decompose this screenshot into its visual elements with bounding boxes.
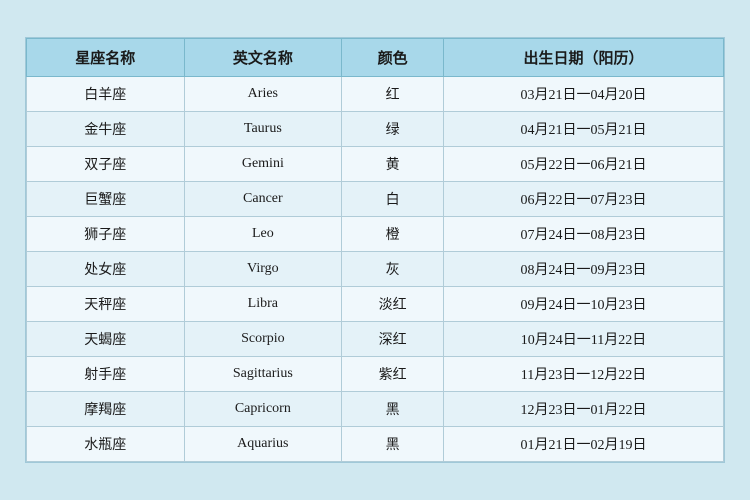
table-row: 双子座Gemini黄05月22日一06月21日 [27,147,724,182]
cell-color: 黑 [342,392,444,427]
cell-english-name: Aquarius [184,427,342,462]
cell-birth-dates: 01月21日一02月19日 [444,427,724,462]
cell-color: 绿 [342,112,444,147]
cell-birth-dates: 05月22日一06月21日 [444,147,724,182]
cell-chinese-name: 射手座 [27,357,185,392]
cell-english-name: Aries [184,77,342,112]
cell-color: 黑 [342,427,444,462]
table-row: 白羊座Aries红03月21日一04月20日 [27,77,724,112]
table-row: 狮子座Leo橙07月24日一08月23日 [27,217,724,252]
cell-color: 黄 [342,147,444,182]
table-row: 金牛座Taurus绿04月21日一05月21日 [27,112,724,147]
cell-english-name: Libra [184,287,342,322]
cell-chinese-name: 双子座 [27,147,185,182]
cell-english-name: Leo [184,217,342,252]
cell-english-name: Cancer [184,182,342,217]
table-row: 巨蟹座Cancer白06月22日一07月23日 [27,182,724,217]
cell-color: 深红 [342,322,444,357]
cell-chinese-name: 水瓶座 [27,427,185,462]
cell-color: 红 [342,77,444,112]
cell-chinese-name: 狮子座 [27,217,185,252]
cell-color: 紫红 [342,357,444,392]
cell-birth-dates: 03月21日一04月20日 [444,77,724,112]
cell-chinese-name: 白羊座 [27,77,185,112]
cell-birth-dates: 06月22日一07月23日 [444,182,724,217]
cell-chinese-name: 天秤座 [27,287,185,322]
table-row: 射手座Sagittarius紫红11月23日一12月22日 [27,357,724,392]
cell-birth-dates: 04月21日一05月21日 [444,112,724,147]
cell-birth-dates: 12月23日一01月22日 [444,392,724,427]
cell-chinese-name: 巨蟹座 [27,182,185,217]
cell-english-name: Gemini [184,147,342,182]
cell-color: 灰 [342,252,444,287]
header-birth-date: 出生日期（阳历） [444,39,724,77]
table-row: 水瓶座Aquarius黑01月21日一02月19日 [27,427,724,462]
cell-chinese-name: 金牛座 [27,112,185,147]
table-header-row: 星座名称 英文名称 颜色 出生日期（阳历） [27,39,724,77]
cell-chinese-name: 摩羯座 [27,392,185,427]
table-body: 白羊座Aries红03月21日一04月20日金牛座Taurus绿04月21日一0… [27,77,724,462]
header-color: 颜色 [342,39,444,77]
cell-english-name: Virgo [184,252,342,287]
cell-birth-dates: 10月24日一11月22日 [444,322,724,357]
table-row: 天秤座Libra淡红09月24日一10月23日 [27,287,724,322]
table-row: 摩羯座Capricorn黑12月23日一01月22日 [27,392,724,427]
zodiac-table-container: 星座名称 英文名称 颜色 出生日期（阳历） 白羊座Aries红03月21日一04… [25,37,725,463]
cell-birth-dates: 09月24日一10月23日 [444,287,724,322]
header-chinese-name: 星座名称 [27,39,185,77]
cell-color: 白 [342,182,444,217]
cell-english-name: Scorpio [184,322,342,357]
cell-english-name: Sagittarius [184,357,342,392]
cell-color: 淡红 [342,287,444,322]
cell-english-name: Capricorn [184,392,342,427]
cell-chinese-name: 处女座 [27,252,185,287]
cell-english-name: Taurus [184,112,342,147]
cell-birth-dates: 07月24日一08月23日 [444,217,724,252]
header-english-name: 英文名称 [184,39,342,77]
cell-birth-dates: 08月24日一09月23日 [444,252,724,287]
cell-chinese-name: 天蝎座 [27,322,185,357]
cell-color: 橙 [342,217,444,252]
table-row: 处女座Virgo灰08月24日一09月23日 [27,252,724,287]
zodiac-table: 星座名称 英文名称 颜色 出生日期（阳历） 白羊座Aries红03月21日一04… [26,38,724,462]
cell-birth-dates: 11月23日一12月22日 [444,357,724,392]
table-row: 天蝎座Scorpio深红10月24日一11月22日 [27,322,724,357]
